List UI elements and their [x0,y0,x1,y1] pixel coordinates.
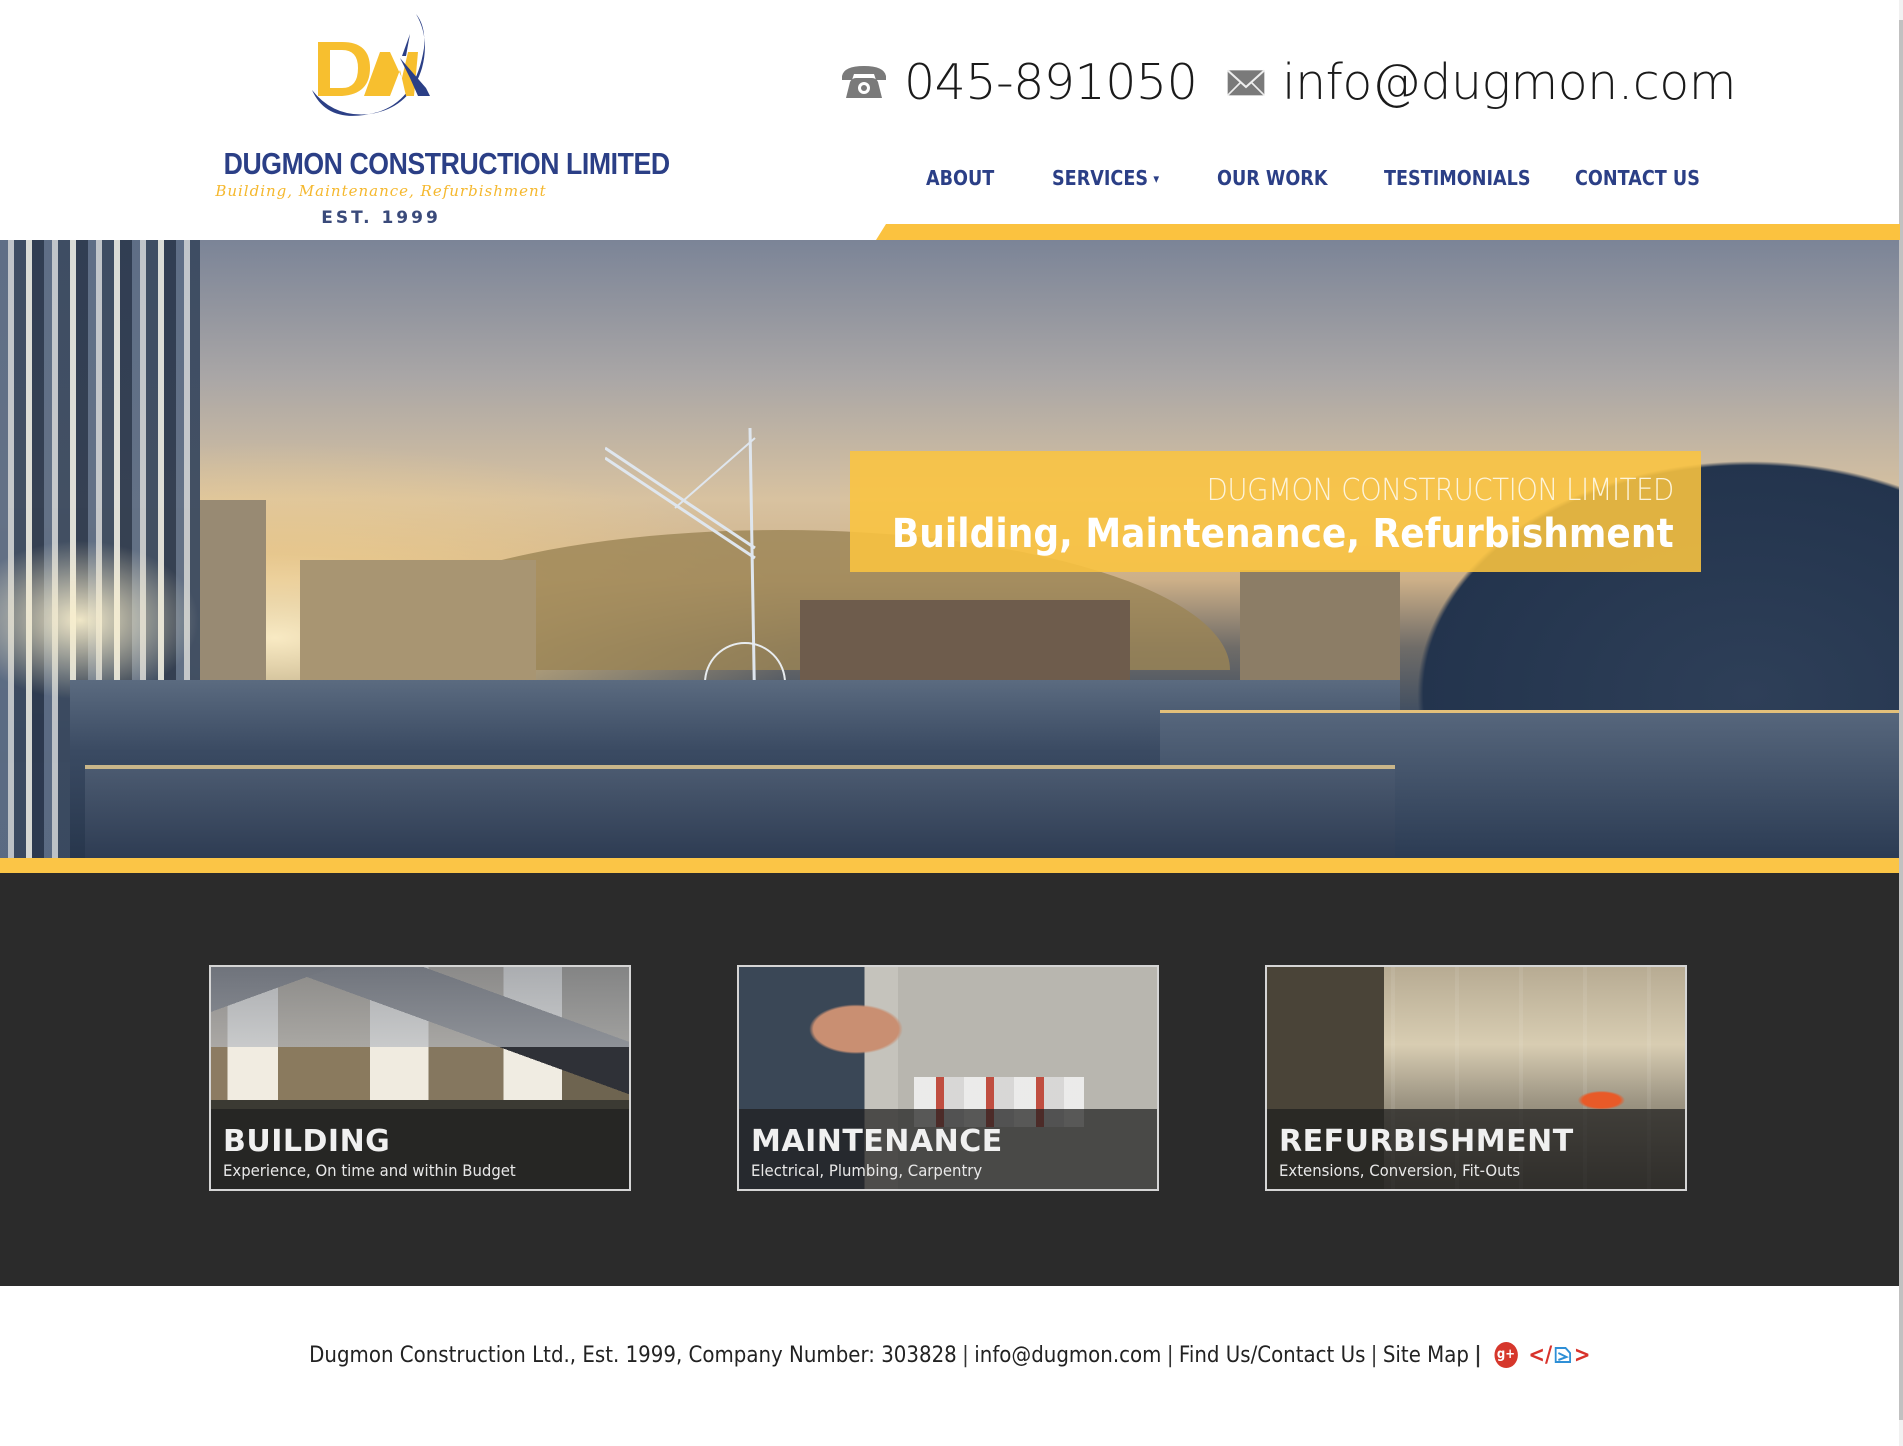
service-card-subtitle: Electrical, Plumbing, Carpentry [751,1161,983,1180]
nav-about[interactable]: ABOUT [926,166,994,190]
hero-banner: DUGMON CONSTRUCTION LIMITED Building, Ma… [0,240,1899,858]
service-card-title: REFURBISHMENT [1279,1124,1574,1159]
company-logo[interactable]: DUGMON CONSTRUCTION LIMITED Building, Ma… [198,8,670,230]
envelope-icon [1226,69,1266,96]
developer-logo-link[interactable]: </ > [1528,1343,1590,1368]
hero-rooftop [85,765,1395,858]
site-footer: Dugmon Construction Ltd., Est. 1999, Com… [0,1286,1899,1446]
logo-established: EST. 1999 [321,208,441,228]
hero-caption: DUGMON CONSTRUCTION LIMITED Building, Ma… [850,451,1701,572]
dev-logo-left: </ [1528,1342,1552,1368]
code-bracket-icon [1554,1347,1571,1363]
footer-find-us-link[interactable]: Find Us/Contact Us [1179,1343,1365,1368]
footer-company-info: Dugmon Construction Ltd., Est. 1999, Com… [308,1342,957,1368]
hero-accent-band [0,858,1899,873]
site-header: DUGMON CONSTRUCTION LIMITED Building, Ma… [0,0,1900,240]
footer-separator: | [1474,1342,1482,1368]
nav-testimonials-label: TESTIMONIALS [1384,166,1531,190]
service-card-refurbishment[interactable]: REFURBISHMENT Extensions, Conversion, Fi… [1265,965,1687,1191]
hero-caption-subtitle: DUGMON CONSTRUCTION LIMITED [1206,473,1675,508]
dm-monogram-icon [312,14,430,116]
footer-email-link[interactable]: info@dugmon.com [974,1343,1161,1368]
footer-sitemap-link[interactable]: Site Map [1383,1343,1469,1368]
service-card-building[interactable]: BUILDING Experience, On time and within … [209,965,631,1191]
footer-separator: | [961,1342,969,1368]
footer-separator: | [1166,1342,1174,1368]
hero-caption-title: Building, Maintenance, Refurbishment [892,511,1674,557]
service-card-title: MAINTENANCE [751,1124,1003,1159]
dev-logo-right: > [1573,1342,1591,1368]
nav-our-work-label: OUR WORK [1217,166,1328,190]
google-plus-icon[interactable]: g+ [1493,1342,1518,1368]
header-email[interactable]: info@dugmon.com [1226,50,1736,114]
service-card-subtitle: Extensions, Conversion, Fit-Outs [1279,1161,1521,1180]
services-section: BUILDING Experience, On time and within … [0,873,1899,1286]
footer-separator: | [1370,1342,1378,1368]
logo-tagline: Building, Maintenance, Refurbishment [215,182,547,200]
header-accent-strip [876,224,1900,240]
email-address: info@dugmon.com [1282,53,1736,111]
telephone-icon [842,66,886,98]
nav-contact-us[interactable]: CONTACT US [1575,166,1700,190]
page-scrollbar[interactable] [1899,0,1903,1446]
footer-info-line: Dugmon Construction Ltd., Est. 1999, Com… [0,1342,1899,1368]
nav-our-work[interactable]: OUR WORK [1217,166,1328,190]
service-card-maintenance[interactable]: MAINTENANCE Electrical, Plumbing, Carpen… [737,965,1159,1191]
logo-company-name: DUGMON CONSTRUCTION LIMITED [223,146,670,181]
service-card-title: BUILDING [223,1124,391,1159]
caret-down-icon: ▾ [1153,172,1160,187]
phone-number: 045-891050 [904,53,1198,111]
nav-contact-us-label: CONTACT US [1575,166,1700,190]
header-phone[interactable]: 045-891050 [840,50,1198,114]
nav-services-label: SERVICES [1052,166,1149,190]
nav-about-label: ABOUT [926,166,995,190]
service-card-subtitle: Experience, On time and within Budget [223,1161,516,1180]
nav-services[interactable]: SERVICES ▾ [1052,166,1159,190]
nav-testimonials[interactable]: TESTIMONIALS [1384,166,1531,190]
